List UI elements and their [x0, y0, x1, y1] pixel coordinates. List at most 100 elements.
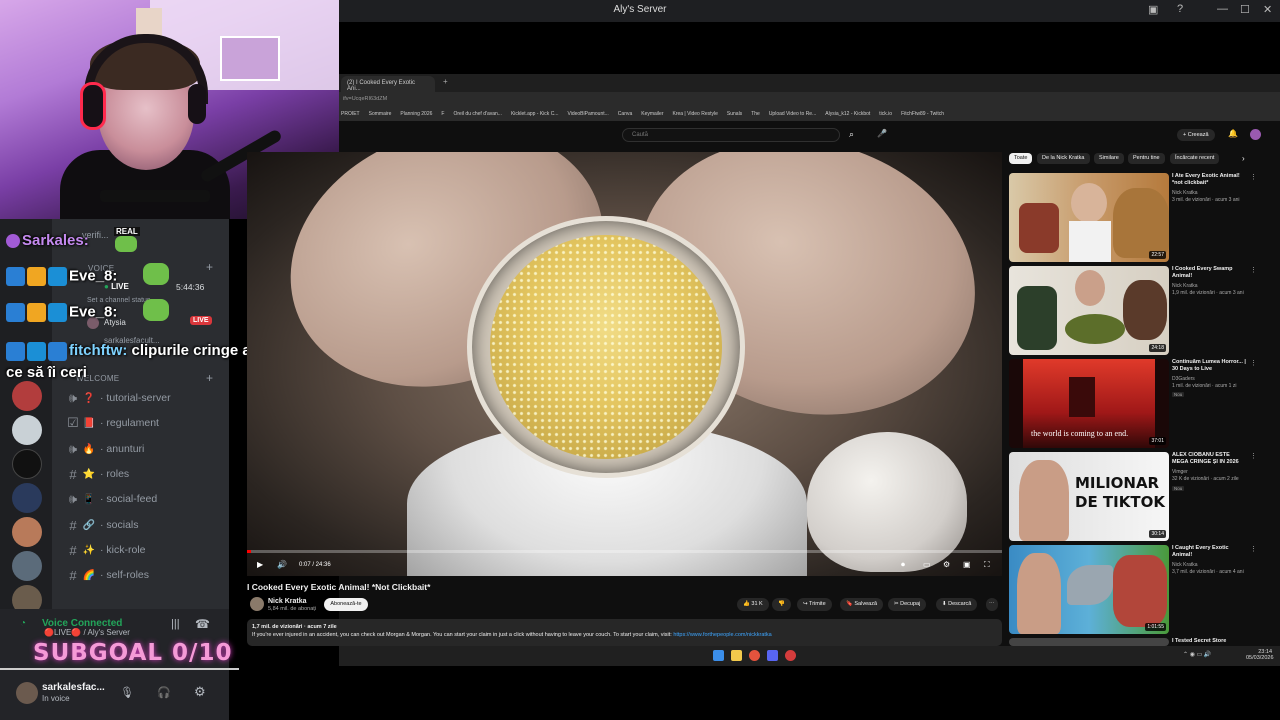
- volume-icon[interactable]: 🔊: [277, 560, 287, 569]
- minimize-icon[interactable]: —: [1217, 3, 1228, 15]
- new-tab-icon[interactable]: +: [443, 77, 448, 86]
- channel-social-feed[interactable]: 🕪 📱 · social-feed: [66, 489, 231, 509]
- server-icon[interactable]: [12, 415, 42, 445]
- bookmark[interactable]: Sunals: [727, 111, 742, 117]
- bookmark[interactable]: Oreil du chef d'avan...: [453, 111, 501, 117]
- clock[interactable]: 23:14 05/03/2026: [1246, 649, 1274, 661]
- like-button[interactable]: 👍 31 K: [737, 598, 769, 611]
- noise-suppression-icon[interactable]: |||: [171, 618, 180, 630]
- channel-regulament[interactable]: ☑ 📕 · regulament: [66, 413, 231, 433]
- chrome-icon[interactable]: [749, 650, 760, 661]
- bookmark[interactable]: Planning 2026: [400, 111, 432, 117]
- video-player[interactable]: ▶ 🔊 0:07 / 24:36 ⏺ ▭ ⚙ ▣ ⛶: [247, 152, 1002, 576]
- recommendation-thumbnail[interactable]: 22:57: [1009, 173, 1169, 262]
- clip-button[interactable]: ✂ Decupaj: [888, 598, 927, 611]
- recommendation-channel[interactable]: Vimger: [1172, 469, 1252, 475]
- description-link[interactable]: https://www.forthepeople.com/nickkratka: [673, 632, 771, 638]
- headphones-icon[interactable]: 🎧: [157, 686, 171, 699]
- youtube-search-input[interactable]: Caută: [622, 128, 840, 142]
- more-options-icon[interactable]: ⋮: [1250, 173, 1257, 181]
- bookmark[interactable]: tick.io: [879, 111, 892, 117]
- search-icon[interactable]: ⌕: [849, 129, 854, 140]
- bookmark[interactable]: Krea | Video Restyle: [672, 111, 717, 117]
- recommendation-title[interactable]: I Cooked Every Swamp Animal!: [1172, 266, 1246, 280]
- bell-icon[interactable]: 🔔: [1228, 129, 1238, 138]
- chip-all[interactable]: Toate: [1009, 153, 1033, 164]
- subscribe-button[interactable]: Abonează-te: [324, 598, 368, 611]
- share-button[interactable]: ↪ Trimite: [797, 598, 832, 611]
- bookmark[interactable]: Canva: [618, 111, 632, 117]
- avatar[interactable]: [1250, 129, 1261, 140]
- chip-from-channel[interactable]: De la Nick Kratka: [1037, 153, 1090, 164]
- help-icon[interactable]: ?: [1177, 3, 1183, 15]
- dislike-button[interactable]: 👎: [772, 598, 791, 611]
- close-icon[interactable]: ✕: [1263, 3, 1272, 16]
- more-actions-button[interactable]: ⋯: [986, 598, 998, 611]
- url-field[interactable]: ifv=UcqeRI63dZM: [343, 96, 387, 102]
- server-icon[interactable]: [12, 381, 42, 411]
- recommendation-title[interactable]: I Tested Secret Store: [1172, 638, 1246, 645]
- bookmark[interactable]: F: [441, 111, 444, 117]
- browser-tab[interactable]: (2) I Cooked Every Exotic Ani...: [341, 76, 435, 92]
- chevron-right-icon[interactable]: ›: [1242, 154, 1245, 163]
- channel-self-roles[interactable]: # 🌈 · self-roles: [66, 565, 231, 585]
- recommendation-channel[interactable]: Nick Kratka: [1172, 190, 1252, 196]
- more-options-icon[interactable]: ⋮: [1250, 545, 1257, 553]
- obs-icon[interactable]: [785, 650, 796, 661]
- channel-name[interactable]: Nick Kratka: [268, 598, 307, 605]
- disconnect-icon[interactable]: ☎: [195, 617, 210, 631]
- recommendation-title[interactable]: Continuăm Lumea Horror... | 30 Days to L…: [1172, 359, 1246, 373]
- recommendation-thumbnail[interactable]: 24:18: [1009, 266, 1169, 355]
- channel-tutorial-server[interactable]: 🕪 ❓ · tutorial-server: [66, 388, 231, 408]
- add-channel-icon[interactable]: +: [206, 260, 213, 274]
- microphone-icon[interactable]: 🎙: [120, 686, 134, 699]
- server-icon[interactable]: [12, 483, 42, 513]
- save-button[interactable]: 🔖 Salvează: [840, 598, 884, 611]
- channel-avatar[interactable]: [250, 597, 264, 611]
- windows-start-icon[interactable]: [713, 650, 724, 661]
- bookmark[interactable]: Upload Video to Re...: [769, 111, 816, 117]
- voice-server[interactable]: 🔴LIVE🔴 / Aly's Server: [44, 628, 130, 637]
- miniplayer-icon[interactable]: ▣: [963, 560, 971, 569]
- fullscreen-icon[interactable]: ⛶: [984, 560, 990, 570]
- server-icon[interactable]: [12, 449, 42, 479]
- avatar[interactable]: [16, 682, 38, 704]
- channel-anunturi[interactable]: 🕪 🔥 · anunturi: [66, 439, 231, 459]
- bookmark[interactable]: VideoBlPamount...: [567, 111, 608, 117]
- tray-icons[interactable]: ⌃ ◉ ▭ 🔊: [1183, 651, 1211, 658]
- inbox-icon[interactable]: ▣: [1148, 3, 1158, 16]
- recommendation-channel[interactable]: Nick Kratka: [1172, 283, 1252, 289]
- settings-gear-icon[interactable]: ⚙: [194, 684, 206, 700]
- more-options-icon[interactable]: ⋮: [1250, 359, 1257, 367]
- bookmark[interactable]: FitchFtw89 - Twitch: [901, 111, 944, 117]
- channel-roles[interactable]: # ⭐ · roles: [66, 464, 231, 484]
- chip-for-you[interactable]: Pentru tine: [1128, 153, 1165, 164]
- recommendation-thumbnail[interactable]: [1009, 638, 1169, 646]
- settings-icon[interactable]: ⚙: [943, 560, 950, 569]
- recommendation-title[interactable]: I Ate Every Exotic Animal! *not clickbai…: [1172, 173, 1246, 187]
- recommendation-thumbnail[interactable]: the world is coming to an end. 37:01: [1009, 359, 1169, 448]
- progress-bar[interactable]: [247, 550, 1002, 553]
- download-button[interactable]: ⬇ Descarcă: [936, 598, 978, 611]
- bookmark[interactable]: Alysia_k12 - Kickbot: [825, 111, 870, 117]
- server-icon[interactable]: [12, 551, 42, 581]
- discord-icon[interactable]: [767, 650, 778, 661]
- bookmark[interactable]: The: [751, 111, 760, 117]
- voice-search-icon[interactable]: 🎤: [877, 129, 887, 138]
- recommendation-title[interactable]: I Caught Every Exotic Animal!: [1172, 545, 1246, 559]
- channel-socials[interactable]: # 🔗 · socials: [66, 515, 231, 535]
- more-options-icon[interactable]: ⋮: [1250, 266, 1257, 274]
- bookmark[interactable]: Sommaire: [369, 111, 392, 117]
- chip-recent[interactable]: Încărcate recent: [1170, 153, 1220, 164]
- chip-related[interactable]: Similare: [1094, 153, 1124, 164]
- subtitles-icon[interactable]: ▭: [923, 560, 931, 569]
- autoplay-toggle-icon[interactable]: ⏺: [901, 560, 905, 570]
- create-button[interactable]: + Creează: [1177, 129, 1215, 141]
- recommendation-title[interactable]: ALEX CIOBANU ESTE MEGA CRINGE ȘI IN 2026: [1172, 452, 1246, 466]
- recommendation-thumbnail[interactable]: 1:01:55: [1009, 545, 1169, 634]
- channel-kick-role[interactable]: # ✨ · kick-role: [66, 540, 231, 560]
- play-icon[interactable]: ▶: [257, 560, 263, 569]
- maximize-icon[interactable]: ☐: [1240, 3, 1250, 16]
- bookmark[interactable]: Keymailer: [641, 111, 663, 117]
- recommendation-channel[interactable]: Nick Kratka: [1172, 562, 1252, 568]
